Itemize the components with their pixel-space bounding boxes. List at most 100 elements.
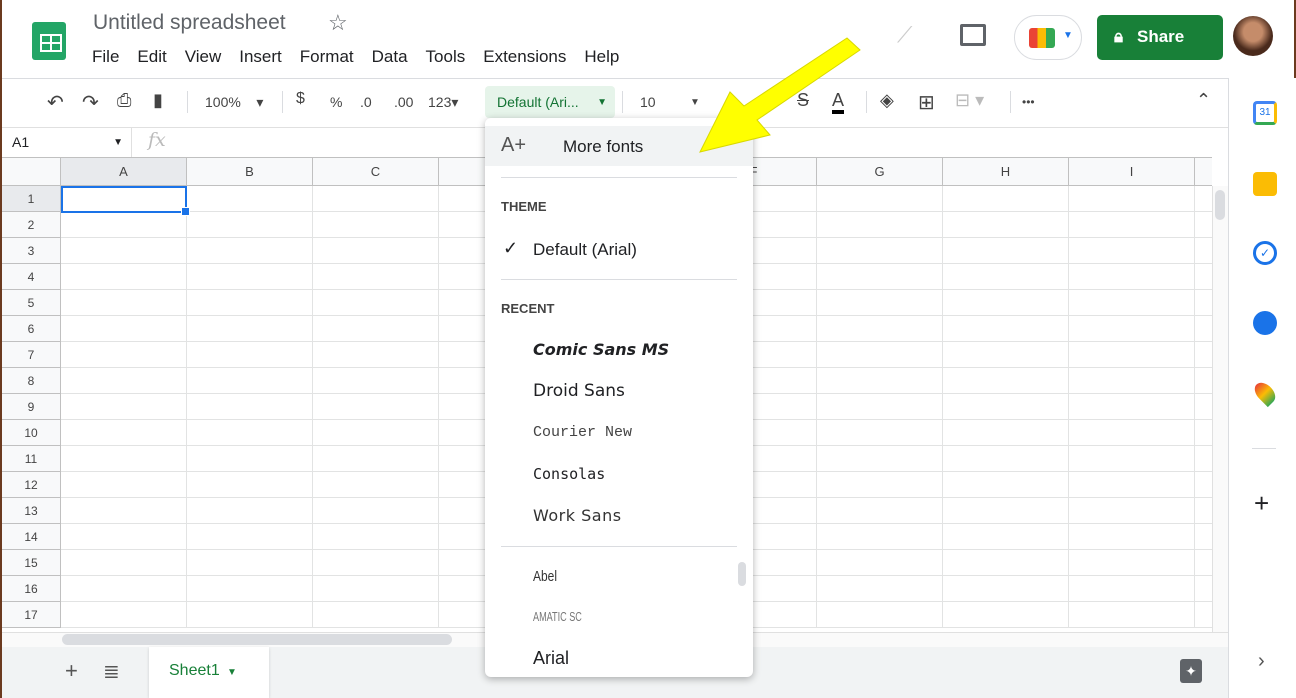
- menu-edit[interactable]: Edit: [137, 47, 175, 67]
- cell[interactable]: [817, 186, 943, 212]
- redo-icon[interactable]: ↷: [82, 90, 99, 115]
- cell[interactable]: [943, 290, 1069, 316]
- cell[interactable]: [1195, 342, 1212, 368]
- font-item-droid-sans[interactable]: Droid Sans: [533, 381, 625, 401]
- cell[interactable]: [313, 446, 439, 472]
- row-header-2[interactable]: 2: [2, 212, 61, 238]
- cell[interactable]: [187, 342, 313, 368]
- cell[interactable]: [943, 576, 1069, 602]
- row-header-10[interactable]: 10: [2, 420, 61, 446]
- cell[interactable]: [817, 446, 943, 472]
- cell[interactable]: [187, 602, 313, 628]
- menu-data[interactable]: Data: [372, 47, 417, 67]
- cell[interactable]: [313, 212, 439, 238]
- vertical-scroll-thumb[interactable]: [1215, 190, 1225, 220]
- cell[interactable]: [187, 394, 313, 420]
- cell[interactable]: [1195, 550, 1212, 576]
- font-item-abel[interactable]: Abel: [533, 568, 557, 585]
- column-header-I[interactable]: I: [1069, 158, 1195, 186]
- cell[interactable]: [943, 498, 1069, 524]
- cell[interactable]: [817, 524, 943, 550]
- cell[interactable]: [1069, 316, 1195, 342]
- cell[interactable]: [187, 316, 313, 342]
- cell[interactable]: [817, 420, 943, 446]
- cell[interactable]: [1195, 238, 1212, 264]
- menu-view[interactable]: View: [185, 47, 231, 67]
- cell[interactable]: [61, 602, 187, 628]
- cell[interactable]: [61, 420, 187, 446]
- font-item-amatic-sc[interactable]: Amatic SC: [533, 609, 582, 624]
- cell[interactable]: [817, 472, 943, 498]
- cell[interactable]: [187, 238, 313, 264]
- name-box[interactable]: A1 ▼: [2, 128, 132, 157]
- paint-format-icon[interactable]: ▮: [153, 90, 163, 111]
- font-item-work-sans[interactable]: Work Sans: [533, 506, 622, 525]
- cell[interactable]: [187, 290, 313, 316]
- font-item-default[interactable]: Default (Arial): [533, 240, 637, 260]
- cell[interactable]: [943, 524, 1069, 550]
- row-header-4[interactable]: 4: [2, 264, 61, 290]
- star-icon[interactable]: ☆: [328, 10, 348, 36]
- cell[interactable]: [187, 524, 313, 550]
- row-header-3[interactable]: 3: [2, 238, 61, 264]
- cell[interactable]: [313, 498, 439, 524]
- column-header-C[interactable]: C: [313, 158, 439, 186]
- cell[interactable]: [1195, 368, 1212, 394]
- cell[interactable]: [943, 550, 1069, 576]
- cell[interactable]: [1195, 498, 1212, 524]
- tasks-icon[interactable]: ✓: [1253, 241, 1277, 265]
- decrease-decimal-button[interactable]: .0: [360, 94, 372, 110]
- cell[interactable]: [61, 576, 187, 602]
- cell[interactable]: [817, 602, 943, 628]
- cell[interactable]: [943, 342, 1069, 368]
- cell[interactable]: [1195, 186, 1212, 212]
- menu-tools[interactable]: Tools: [426, 47, 475, 67]
- contacts-icon[interactable]: [1253, 311, 1277, 335]
- show-side-panel-icon[interactable]: ›: [1258, 650, 1265, 673]
- font-item-comic-sans[interactable]: Comic Sans MS: [533, 340, 669, 359]
- cell[interactable]: [1069, 186, 1195, 212]
- cell[interactable]: [817, 290, 943, 316]
- cell[interactable]: [187, 446, 313, 472]
- cell[interactable]: [1069, 550, 1195, 576]
- more-formats-button[interactable]: 123▾: [428, 94, 458, 111]
- column-header-A[interactable]: A: [61, 158, 187, 186]
- cell[interactable]: [313, 576, 439, 602]
- cell[interactable]: [943, 186, 1069, 212]
- undo-icon[interactable]: ↶: [47, 90, 64, 115]
- cell[interactable]: [817, 342, 943, 368]
- share-button[interactable]: 🔒︎ Share: [1097, 15, 1223, 60]
- cell[interactable]: [1069, 524, 1195, 550]
- cell[interactable]: [1195, 316, 1212, 342]
- sheet-tab-sheet1[interactable]: Sheet1 ▼: [149, 647, 269, 698]
- all-sheets-button[interactable]: ≣: [103, 659, 120, 684]
- cell[interactable]: [61, 472, 187, 498]
- cell[interactable]: [187, 186, 313, 212]
- font-item-consolas[interactable]: Consolas: [533, 465, 605, 483]
- more-options-button[interactable]: •••: [1022, 95, 1035, 109]
- activity-trend-icon[interactable]: ⟋: [897, 22, 912, 48]
- sheets-logo-icon[interactable]: [32, 22, 66, 60]
- cell[interactable]: [1195, 524, 1212, 550]
- menu-help[interactable]: Help: [584, 47, 628, 67]
- row-header-17[interactable]: 17: [2, 602, 61, 628]
- cell[interactable]: [943, 212, 1069, 238]
- cell[interactable]: [1069, 290, 1195, 316]
- cell[interactable]: [61, 446, 187, 472]
- cell[interactable]: [1195, 212, 1212, 238]
- cell[interactable]: [943, 394, 1069, 420]
- percent-button[interactable]: %: [330, 94, 342, 110]
- cell[interactable]: [313, 602, 439, 628]
- column-header-H[interactable]: H: [943, 158, 1069, 186]
- menu-format[interactable]: Format: [300, 47, 363, 67]
- cell[interactable]: [1195, 394, 1212, 420]
- horizontal-scroll-thumb[interactable]: [62, 634, 452, 645]
- cell[interactable]: [1069, 446, 1195, 472]
- cell[interactable]: [817, 498, 943, 524]
- cell[interactable]: [187, 368, 313, 394]
- cell[interactable]: [817, 238, 943, 264]
- cell[interactable]: [1069, 264, 1195, 290]
- cell[interactable]: [187, 420, 313, 446]
- row-header-9[interactable]: 9: [2, 394, 61, 420]
- comments-icon[interactable]: [960, 24, 986, 46]
